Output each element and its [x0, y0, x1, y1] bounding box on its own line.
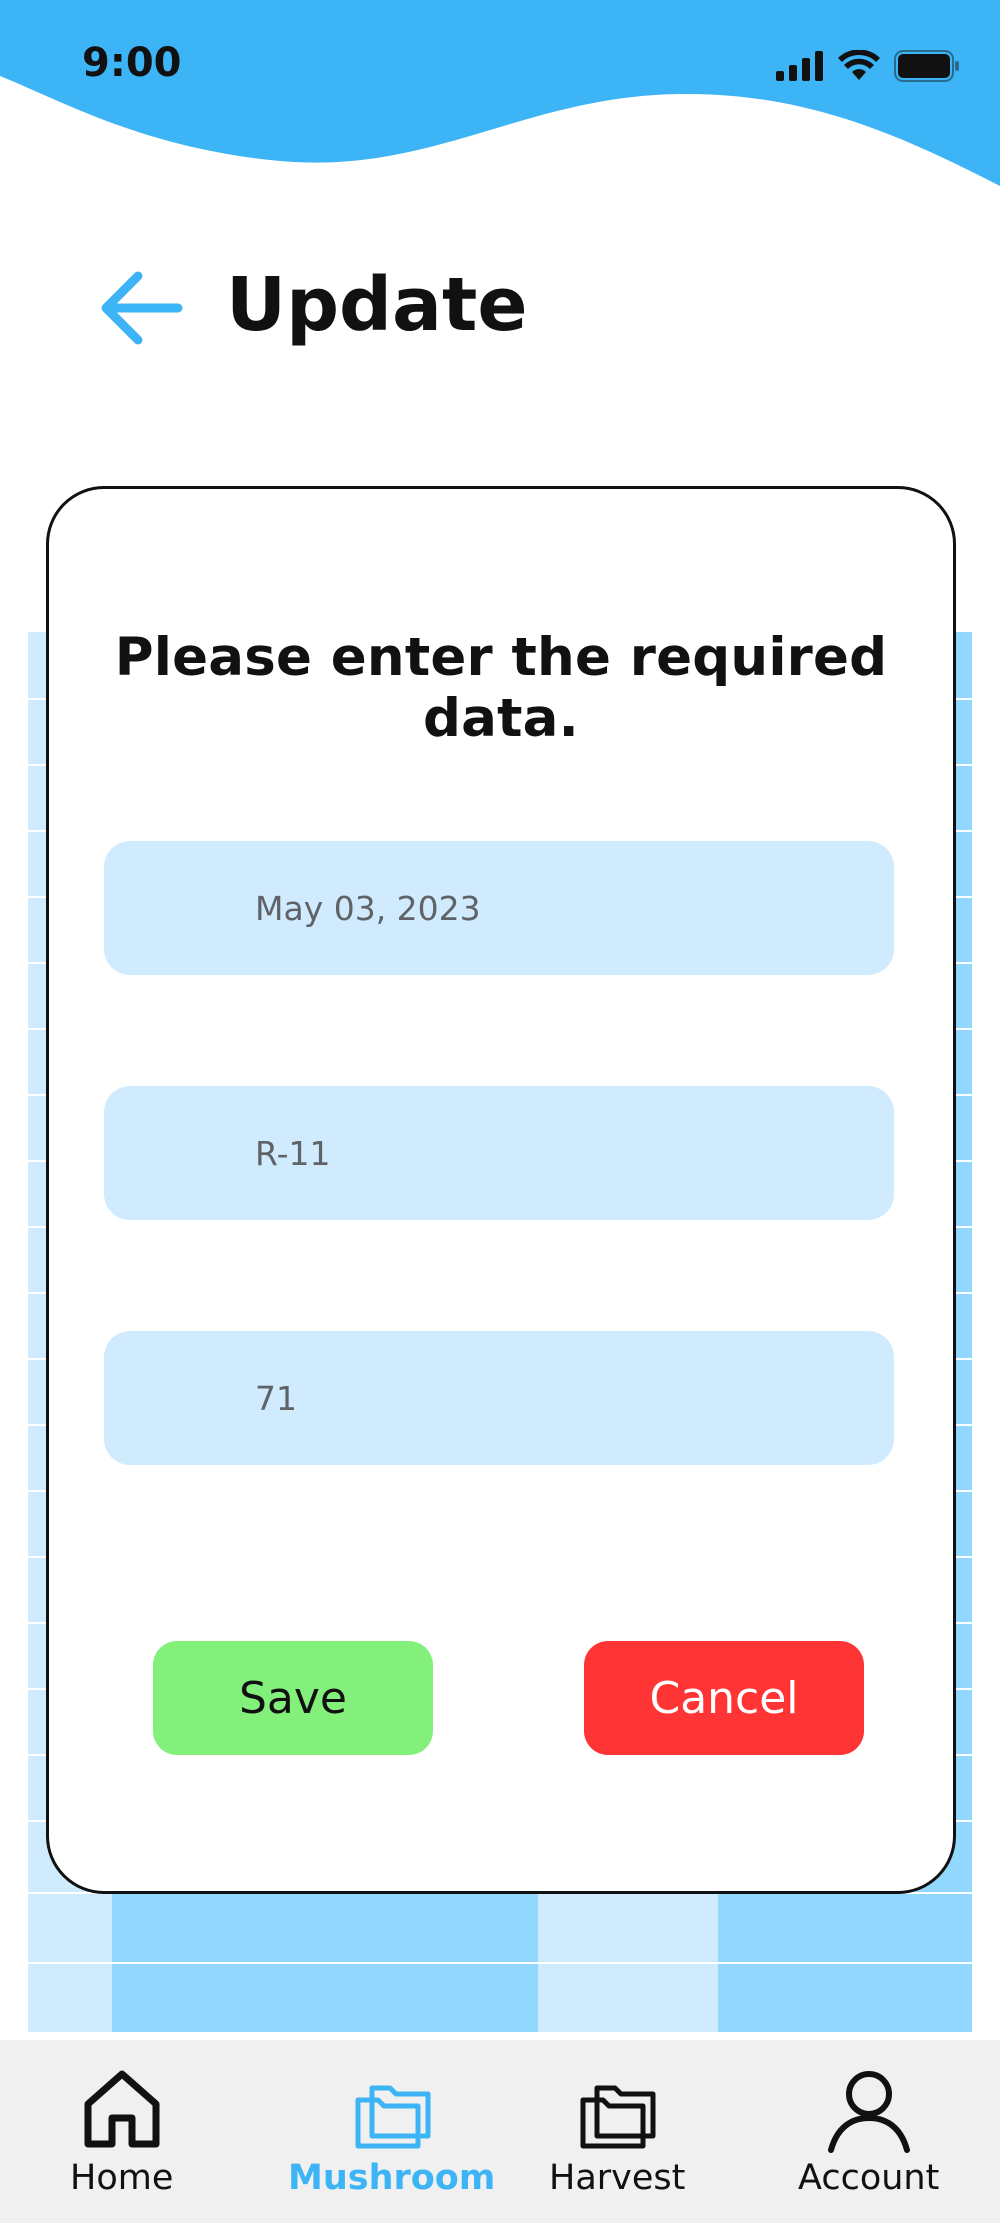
tab-harvest[interactable]: Harvest	[549, 2060, 685, 2198]
tab-account-label: Account	[798, 2158, 940, 2198]
bottom-tab-bar: Home Mushroom Harvest Account	[0, 2040, 1000, 2223]
status-time: 9:00	[82, 40, 182, 86]
dialog-title: Please enter the required data.	[114, 627, 888, 749]
date-field[interactable]: May 03, 2023	[104, 841, 894, 975]
page-title: Update	[226, 262, 528, 348]
home-icon	[84, 2070, 160, 2148]
tab-home-label: Home	[70, 2158, 174, 2198]
folder-icon	[355, 2085, 431, 2149]
arrow-left-icon	[101, 271, 183, 345]
tab-account[interactable]: Account	[798, 2060, 939, 2198]
user-icon	[827, 2071, 910, 2153]
signal-icon	[776, 51, 823, 81]
quantity-field[interactable]: 71	[104, 1331, 894, 1465]
header-wave	[0, 0, 1000, 186]
battery-icon	[894, 50, 959, 82]
update-dialog: Please enter the required data. May 03, …	[46, 486, 956, 1894]
tab-mushroom[interactable]: Mushroom	[288, 2060, 495, 2198]
room-field[interactable]: R-11	[104, 1086, 894, 1220]
cancel-button[interactable]: Cancel	[584, 1641, 864, 1755]
save-button[interactable]: Save	[153, 1641, 433, 1755]
tab-home[interactable]: Home	[70, 2060, 173, 2198]
tab-mushroom-label: Mushroom	[288, 2158, 496, 2198]
back-button[interactable]	[96, 268, 186, 348]
tab-harvest-label: Harvest	[549, 2158, 686, 2198]
wifi-icon	[838, 50, 880, 80]
folder-icon	[580, 2085, 656, 2149]
status-icons	[776, 50, 960, 82]
